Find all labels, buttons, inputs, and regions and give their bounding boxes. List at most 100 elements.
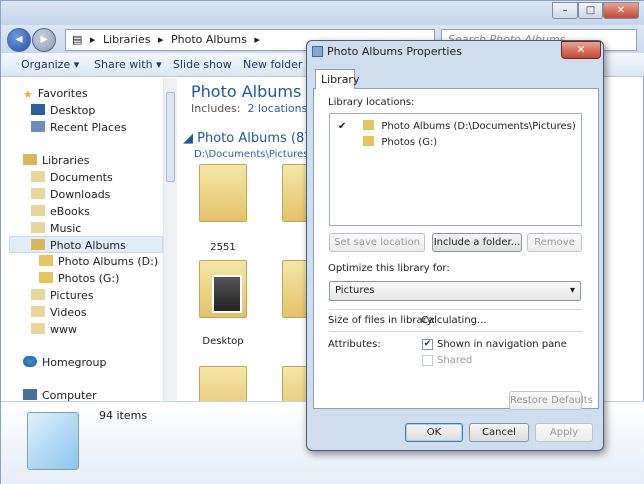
nav-label: Documents — [50, 171, 113, 184]
nav-music[interactable]: Music — [31, 220, 81, 237]
folder-icon — [363, 120, 375, 130]
nav-photos-g[interactable]: Photos (G:) — [39, 270, 119, 287]
location-name: Photos (G:) — [381, 137, 438, 148]
nav-photo-albums-d[interactable]: Photo Albums (D:) — [39, 253, 158, 270]
shown-in-nav-label: Shown in navigation pane — [437, 339, 567, 350]
ok-button[interactable]: OK — [405, 423, 463, 442]
set-save-location-button[interactable]: Set save location — [329, 233, 425, 252]
videos-icon — [31, 306, 45, 317]
library-title: Photo Albums lib — [191, 82, 308, 101]
shown-in-nav-checkbox[interactable]: ✔ — [422, 339, 433, 350]
collapse-icon: ◢ — [183, 131, 198, 146]
breadcrumb-libraries[interactable]: Libraries — [103, 33, 151, 46]
include-folder-button[interactable]: Include a folder... — [432, 233, 522, 252]
back-button[interactable]: ◂ — [7, 28, 31, 52]
nav-pictures[interactable]: Pictures — [31, 287, 94, 304]
locations-list[interactable]: ✔ Photo Albums (D:\Documents\Pictures) P… — [329, 113, 582, 226]
documents-icon — [31, 171, 45, 182]
nav-recent-places[interactable]: Recent Places — [31, 119, 127, 136]
homegroup-icon — [23, 356, 37, 367]
group-path[interactable]: D:\Documents\Pictures — [194, 149, 308, 160]
folder-icon[interactable] — [282, 260, 308, 318]
library-large-icon — [27, 412, 79, 470]
music-icon — [31, 222, 45, 233]
nav-label: www — [50, 323, 77, 336]
list-item[interactable]: Photos (G:) — [330, 135, 437, 150]
nav-label: Downloads — [50, 188, 111, 201]
nav-label: eBooks — [50, 205, 90, 218]
divider — [329, 331, 582, 332]
library-icon — [312, 46, 323, 57]
libraries-icon — [23, 154, 37, 165]
breadcrumb-separator-icon: ▸ — [254, 33, 260, 46]
folder-icon[interactable] — [199, 260, 247, 318]
downloads-icon — [31, 188, 45, 199]
forward-button[interactable]: ▸ — [32, 28, 56, 52]
optimize-select[interactable]: Pictures ▾ — [329, 281, 581, 301]
folder-icon[interactable] — [282, 164, 308, 222]
desktop-icon — [31, 104, 45, 115]
nav-homegroup[interactable]: Homegroup — [23, 354, 106, 371]
nav-favorites[interactable]: ★ Favorites — [23, 85, 88, 102]
ebooks-icon — [31, 205, 45, 216]
group-title: Photo Albums (87) — [197, 131, 308, 146]
organize-button[interactable]: Organize ▾ — [21, 58, 79, 71]
nav-libraries[interactable]: Libraries — [23, 152, 90, 169]
nav-videos[interactable]: Videos — [31, 304, 87, 321]
folder-label: Desktop — [202, 336, 244, 347]
maximize-button[interactable]: □ — [578, 2, 603, 19]
star-icon: ★ — [23, 88, 33, 101]
list-item[interactable]: ✔ Photo Albums (D:\Documents\Pictures) — [330, 119, 576, 134]
nav-label: Videos — [50, 306, 87, 319]
nav-www[interactable]: www — [31, 321, 77, 338]
minimize-button[interactable]: – — [552, 2, 578, 19]
remove-button[interactable]: Remove — [527, 233, 582, 252]
folder-icon[interactable] — [199, 164, 247, 222]
nav-label: Desktop — [50, 104, 96, 117]
nav-label: Favorites — [37, 87, 88, 100]
pictures-icon — [31, 289, 45, 300]
restore-defaults-button[interactable]: Restore Defaults — [509, 391, 593, 410]
nav-computer[interactable]: Computer — [23, 387, 97, 401]
includes-line: Includes: 2 locations — [191, 102, 307, 115]
recent-places-icon — [31, 121, 45, 132]
www-icon — [31, 323, 45, 334]
nav-desktop[interactable]: Desktop — [31, 102, 95, 119]
group-header[interactable]: ◢ Photo Albums (87) — [183, 131, 308, 146]
share-with-button[interactable]: Share with ▾ — [94, 58, 162, 71]
apply-button[interactable]: Apply — [535, 423, 593, 442]
new-folder-button[interactable]: New folder — [243, 58, 302, 71]
close-button[interactable]: ✕ — [603, 2, 639, 19]
shared-checkbox[interactable] — [422, 355, 433, 366]
computer-icon — [23, 389, 37, 400]
tab-library[interactable]: Library — [315, 69, 359, 89]
cancel-button[interactable]: Cancel — [469, 423, 529, 442]
folder-icon[interactable] — [199, 366, 247, 401]
item-count: 94 items — [99, 409, 148, 422]
attributes-label: Attributes: — [328, 339, 381, 350]
size-value: Calculating... — [421, 315, 487, 326]
includes-locations-link[interactable]: 2 locations — [247, 102, 307, 115]
nav-downloads[interactable]: Downloads — [31, 186, 110, 203]
dialog-close-button[interactable]: ✕ — [561, 41, 601, 59]
nav-label: Photos (G:) — [58, 272, 120, 285]
slide-show-button[interactable]: Slide show — [173, 58, 232, 71]
breadcrumb-photo-albums[interactable]: Photo Albums — [171, 33, 247, 46]
size-label: Size of files in library: — [328, 315, 436, 326]
nav-label: Music — [50, 222, 82, 235]
optimize-label: Optimize this library for: — [328, 263, 450, 274]
nav-scrollbar[interactable] — [163, 78, 177, 401]
default-save-check-icon: ✔ — [338, 121, 347, 132]
nav-photo-albums[interactable]: Photo Albums — [9, 236, 163, 253]
nav-label: Photo Albums — [50, 239, 126, 252]
folder-icon — [39, 272, 53, 283]
scrollbar-thumb[interactable] — [166, 92, 175, 182]
nav-label: Computer — [42, 389, 97, 401]
nav-ebooks[interactable]: eBooks — [31, 203, 90, 220]
nav-label: Homegroup — [42, 356, 107, 369]
folder-icon[interactable] — [282, 366, 308, 401]
shared-label: Shared — [437, 355, 473, 366]
nav-label: Photo Albums (D:) — [58, 255, 159, 268]
nav-documents[interactable]: Documents — [31, 169, 113, 186]
file-list: Photo Albums lib Includes: 2 locations ◢… — [178, 78, 308, 401]
